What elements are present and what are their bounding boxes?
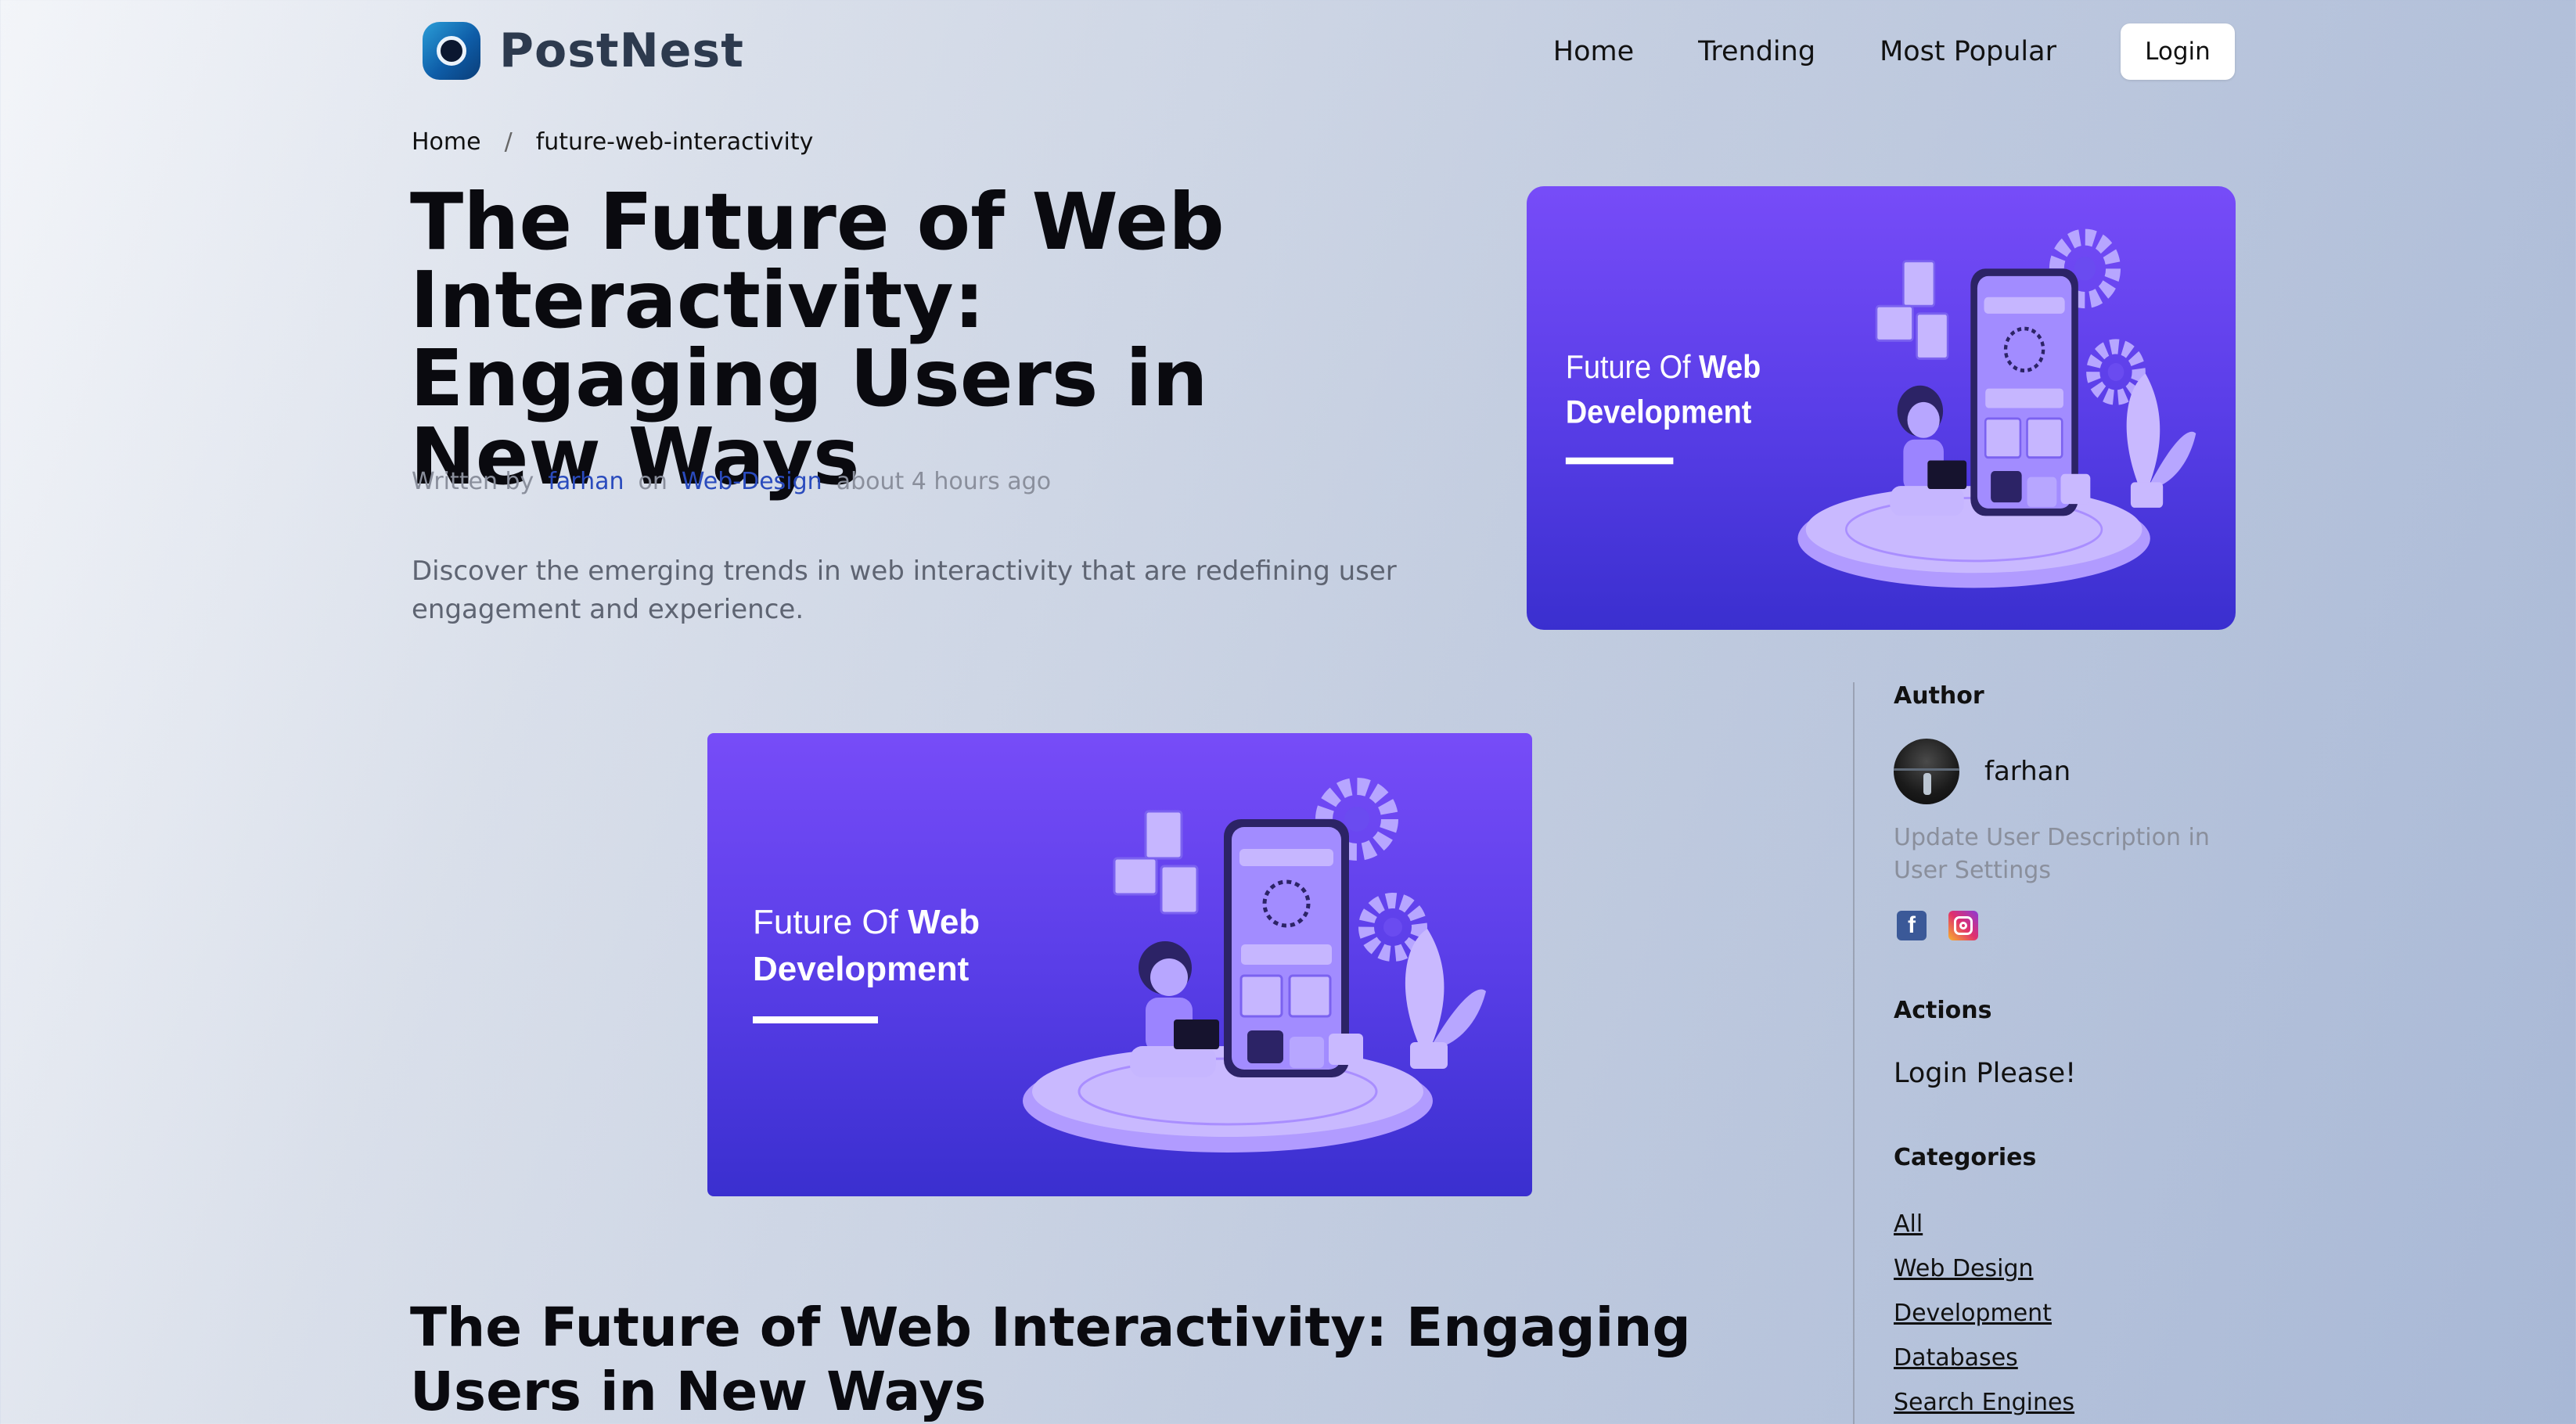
avatar bbox=[1894, 739, 1959, 804]
illustration-text-future-of: Future Of bbox=[753, 903, 899, 941]
illustration-text-development: Development bbox=[753, 950, 970, 988]
svg-text:Future Of Web: Future Of Web bbox=[753, 903, 980, 941]
on-label: on bbox=[638, 468, 667, 495]
breadcrumb-current: future-web-interactivity bbox=[535, 128, 814, 156]
category-link[interactable]: Web-Design bbox=[682, 468, 822, 495]
post-time: about 4 hours ago bbox=[836, 468, 1052, 495]
sidebar-divider bbox=[1853, 682, 1855, 1424]
instagram-icon[interactable] bbox=[1948, 911, 1978, 940]
author-heading: Author bbox=[1894, 682, 1984, 710]
login-button[interactable]: Login bbox=[2121, 23, 2235, 80]
category-list: All Web Design Development Databases Sea… bbox=[1894, 1202, 2074, 1424]
categories-heading: Categories bbox=[1894, 1144, 2037, 1171]
article-heading: The Future of Web Interactivity: Engagin… bbox=[410, 1296, 1691, 1423]
login-please-link[interactable]: Login Please! bbox=[1894, 1058, 2076, 1089]
category-web-design[interactable]: Web Design bbox=[1894, 1246, 2074, 1291]
category-databases[interactable]: Databases bbox=[1894, 1336, 2074, 1380]
illustration-text-development: Development bbox=[1566, 394, 1751, 430]
post-summary: Discover the emerging trends in web inte… bbox=[412, 556, 1397, 625]
nav-trending[interactable]: Trending bbox=[1698, 36, 1815, 67]
illustration-graphic: Future Of Web Development bbox=[1565, 228, 2196, 588]
illustration-text-web: Web bbox=[1699, 349, 1761, 385]
brand-name: PostNest bbox=[499, 23, 744, 78]
illustration-text-future-of: Future Of bbox=[1566, 349, 1692, 385]
breadcrumb: Home / future-web-interactivity bbox=[412, 128, 813, 156]
breadcrumb-home[interactable]: Home bbox=[412, 128, 481, 156]
actions-heading: Actions bbox=[1894, 997, 1992, 1024]
author-link[interactable]: farhan bbox=[548, 468, 624, 495]
breadcrumb-separator: / bbox=[504, 128, 513, 156]
nav-home[interactable]: Home bbox=[1553, 36, 1634, 67]
page-title: The Future of Web Interactivity: Engagin… bbox=[410, 176, 1225, 502]
article-image: Future Of Web Development bbox=[707, 733, 1532, 1196]
author-name[interactable]: farhan bbox=[1984, 756, 2071, 787]
social-links: f bbox=[1897, 911, 2000, 940]
main-nav: Home Trending Most Popular Login bbox=[1553, 23, 2235, 80]
post-meta: Written by farhan on Web-Design about 4 … bbox=[412, 468, 1051, 495]
illustration-text-web: Web bbox=[908, 903, 980, 941]
author-description: Update User Description in User Settings bbox=[1894, 824, 2210, 884]
category-search-engines[interactable]: Search Engines bbox=[1894, 1380, 2074, 1424]
site-logo[interactable]: PostNest bbox=[423, 22, 744, 80]
svg-text:Future Of Web: Future Of Web bbox=[1566, 349, 1761, 385]
hero-image: Future Of Web Development bbox=[1527, 186, 2236, 630]
illustration-graphic: Future Of Web Development bbox=[753, 778, 1486, 1153]
facebook-icon[interactable]: f bbox=[1897, 911, 1927, 940]
postnest-logo-icon bbox=[423, 22, 480, 80]
category-development[interactable]: Development bbox=[1894, 1291, 2074, 1336]
written-by-label: Written by bbox=[412, 468, 534, 495]
author-card[interactable]: farhan bbox=[1894, 739, 2071, 804]
category-all[interactable]: All bbox=[1894, 1202, 2074, 1246]
nav-most-popular[interactable]: Most Popular bbox=[1880, 36, 2056, 67]
